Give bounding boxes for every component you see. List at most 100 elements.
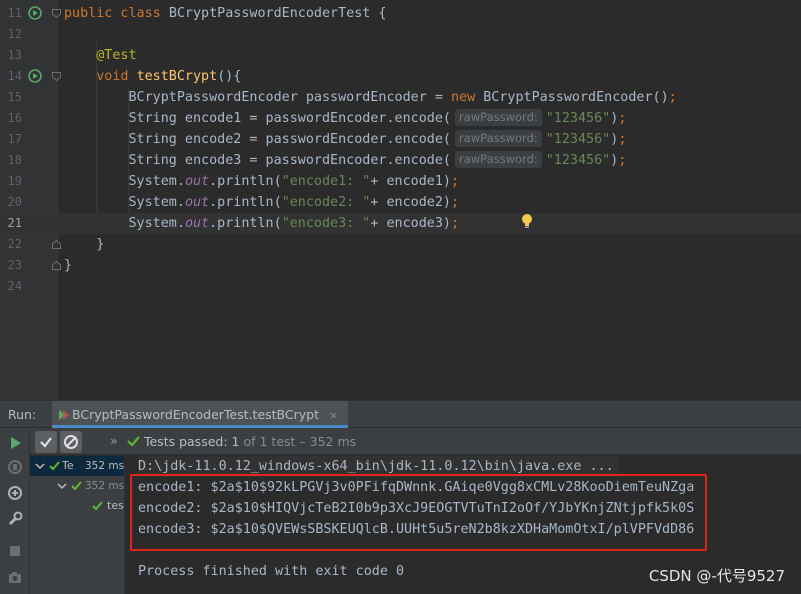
line-number: 14 <box>7 69 22 83</box>
code-token: (){ <box>217 69 242 84</box>
cancel-icon <box>64 435 78 449</box>
fold-marker-icon[interactable] <box>52 9 61 18</box>
code-token: ; <box>618 111 627 126</box>
settings-wrench-icon[interactable] <box>6 510 24 528</box>
test-results-tree: Te 352 ms 352 ms tes <box>30 456 125 594</box>
run-config-tab[interactable]: BCryptPasswordEncoderTest.testBCrypt × <box>52 401 349 428</box>
code-line[interactable]: 18 String encode3 = passwordEncoder.enco… <box>0 150 801 171</box>
code-token: BCryptPasswordEncoderTest { <box>168 6 387 21</box>
expand-chevron-icon <box>35 463 45 470</box>
code-token: ; <box>618 153 627 168</box>
code-line[interactable]: 14 void testBCrypt(){ <box>0 66 801 87</box>
code-line[interactable]: 21 System.out.println("encode3: "+ encod… <box>0 213 801 234</box>
code-token: System. <box>64 174 185 189</box>
code-editor[interactable]: 11 public class BCryptPasswordEncoderTest… <box>0 0 801 400</box>
show-ignored-button[interactable] <box>60 431 82 453</box>
stop-icon[interactable] <box>6 542 24 560</box>
code-line[interactable]: 12 <box>0 24 801 45</box>
rerun-icon[interactable] <box>6 434 24 452</box>
code-token: out <box>184 216 210 231</box>
line-number: 15 <box>7 90 22 104</box>
code-line[interactable]: 16 String encode1 = passwordEncoder.enco… <box>0 108 801 129</box>
code-token: + encode2) <box>370 195 451 210</box>
code-token: "123456" <box>545 111 611 126</box>
code-line[interactable]: 23} <box>0 255 801 276</box>
tree-row-root[interactable]: Te 352 ms <box>30 456 125 476</box>
run-tool-window-header: Run: BCryptPasswordEncoderTest.testBCryp… <box>0 400 801 428</box>
code-token: } <box>64 258 73 273</box>
code-text: System.out.println("encode3: "+ encode3)… <box>64 213 459 234</box>
code-token: .println( <box>209 174 282 189</box>
code-line[interactable]: 17 String encode2 = passwordEncoder.enco… <box>0 129 801 150</box>
tree-item-time: 352 ms <box>85 480 125 492</box>
code-token: new <box>450 90 484 105</box>
code-text: System.out.println("encode1: "+ encode1)… <box>64 171 459 192</box>
code-token: System. <box>64 216 185 231</box>
toggle-auto-test-icon[interactable] <box>6 484 24 502</box>
fold-marker-icon[interactable] <box>52 261 61 270</box>
code-line[interactable]: 20 System.out.println("encode2: "+ encod… <box>0 192 801 213</box>
code-token: ; <box>451 174 460 189</box>
line-number: 24 <box>7 279 22 293</box>
code-line[interactable]: 13 @Test <box>0 45 801 66</box>
code-token: @Test <box>64 48 137 63</box>
code-token: String encode1 = passwordEncoder.encode( <box>64 111 451 126</box>
run-gutter-icon[interactable] <box>28 6 42 20</box>
fold-marker-icon[interactable] <box>52 240 61 249</box>
code-token: "encode3: " <box>281 216 371 231</box>
line-number: 17 <box>7 132 22 146</box>
tree-item-time: 352 ms <box>85 460 125 472</box>
more-toolbar-chevron[interactable]: » <box>110 433 118 448</box>
code-token: void <box>64 69 137 84</box>
code-token: System. <box>64 195 185 210</box>
code-token: + encode1) <box>370 174 451 189</box>
line-number: 23 <box>7 258 22 272</box>
code-text: public class BCryptPasswordEncoderTest { <box>64 3 386 24</box>
code-line[interactable]: 24 <box>0 276 801 297</box>
tree-item-label: Te <box>62 459 74 472</box>
line-number: 16 <box>7 111 22 125</box>
code-token: ; <box>618 132 627 147</box>
close-tab-icon[interactable]: × <box>329 409 338 422</box>
line-number: 18 <box>7 153 22 167</box>
line-number: 21 <box>7 216 22 230</box>
code-line[interactable]: 15 BCryptPasswordEncoder passwordEncoder… <box>0 87 801 108</box>
line-number: 13 <box>7 48 22 62</box>
code-line[interactable]: 11 public class BCryptPasswordEncoderTest… <box>0 3 801 24</box>
run-tab-title: BCryptPasswordEncoderTest.testBCrypt <box>72 407 319 422</box>
run-gutter-icon[interactable] <box>28 69 42 83</box>
highlight-annotation-box <box>130 474 707 551</box>
watermark: CSDN @-代号9527 <box>648 567 785 585</box>
code-line[interactable]: 19 System.out.println("encode1: "+ encod… <box>0 171 801 192</box>
parameter-hint: rawPassword: <box>454 151 542 168</box>
code-token: "encode1: " <box>281 174 371 189</box>
code-token: testBCrypt <box>136 69 218 84</box>
tree-item-label: tes <box>107 499 124 512</box>
intention-bulb-icon[interactable] <box>520 213 534 229</box>
code-token: out <box>184 174 210 189</box>
line-number: 20 <box>7 195 22 209</box>
code-line[interactable]: 22 } <box>0 234 801 255</box>
code-text: } <box>64 234 104 255</box>
show-passed-button[interactable] <box>35 431 57 453</box>
code-token: .println( <box>209 216 282 231</box>
code-token: "123456" <box>545 153 611 168</box>
fold-marker-icon[interactable] <box>52 72 61 81</box>
rerun-failed-icon[interactable] <box>6 458 24 476</box>
camera-icon[interactable] <box>6 568 24 586</box>
check-icon <box>40 437 52 448</box>
code-text: } <box>64 255 72 276</box>
tests-passed-label: Tests passed: <box>143 434 228 449</box>
expand-chevron-icon <box>57 483 67 490</box>
tree-row-class[interactable]: 352 ms <box>30 476 125 496</box>
line-number: 12 <box>7 27 22 41</box>
code-token: String encode2 = passwordEncoder.encode( <box>64 132 451 147</box>
run-side-toolbar <box>0 428 30 594</box>
code-text: BCryptPasswordEncoder passwordEncoder = … <box>64 87 676 108</box>
parameter-hint: rawPassword: <box>454 130 542 147</box>
passed-check-icon <box>127 436 140 447</box>
code-text: void testBCrypt(){ <box>64 66 241 87</box>
tests-total-time: of 1 test – 352 ms <box>243 434 357 449</box>
code-token: BCryptPasswordEncoder passwordEncoder = <box>64 90 451 105</box>
tree-row-method[interactable]: tes <box>30 496 124 516</box>
